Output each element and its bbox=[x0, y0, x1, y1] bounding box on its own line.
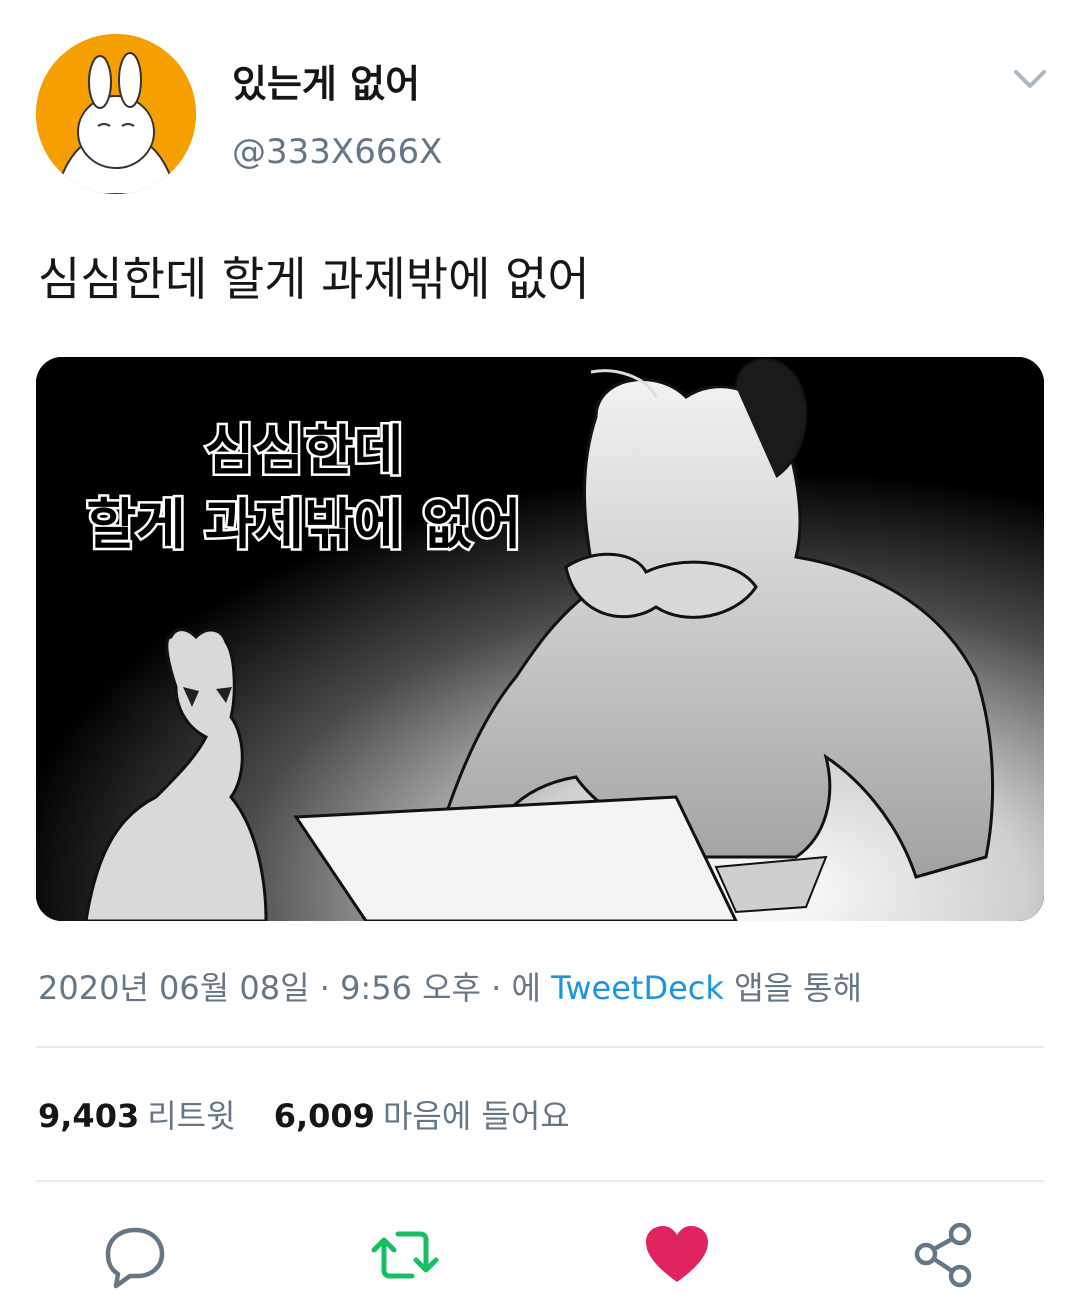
tweet-timestamp-line: 2020년 06월 08일 · 9:56 오후 · 에 TweetDeck 앱을… bbox=[38, 962, 862, 1014]
tweet-header: 있는게 없어 @333X666X bbox=[0, 0, 1080, 200]
tweet-action-bar bbox=[0, 1212, 1080, 1289]
heart-icon bbox=[646, 1226, 708, 1282]
retweets-count: 9,403 bbox=[38, 1097, 140, 1135]
divider bbox=[36, 1180, 1044, 1182]
retweet-arrows-icon bbox=[371, 1231, 439, 1279]
share-button[interactable] bbox=[910, 1220, 980, 1290]
likes-count: 6,009 bbox=[273, 1097, 375, 1135]
via-suffix: 앱을 통해 bbox=[723, 969, 863, 1007]
bunny-avatar-icon bbox=[36, 34, 196, 194]
avatar[interactable] bbox=[36, 34, 196, 194]
meta-separator: · bbox=[309, 969, 341, 1007]
image-caption-line2: 할게 과제밖에 없어 bbox=[86, 493, 521, 556]
chevron-down-icon[interactable] bbox=[1008, 60, 1052, 100]
divider bbox=[36, 1046, 1044, 1048]
tweet-time[interactable]: 9:56 오후 bbox=[340, 969, 481, 1007]
meta-separator: · bbox=[480, 969, 512, 1007]
share-nodes-icon bbox=[914, 1222, 972, 1288]
author-display-name[interactable]: 있는게 없어 bbox=[232, 60, 420, 108]
tweet-text: 심심한데 할게 과제밖에 없어 bbox=[38, 252, 590, 306]
tweet-stats: 9,403 리트윗 6,009 마음에 들어요 bbox=[38, 1090, 598, 1146]
tweet-media-image[interactable]: 심심한데 할게 과제밖에 없어 bbox=[36, 357, 1044, 921]
like-button[interactable] bbox=[642, 1220, 712, 1290]
retweets-stat[interactable]: 9,403 리트윗 bbox=[38, 1090, 236, 1142]
likes-stat[interactable]: 6,009 마음에 들어요 bbox=[274, 1090, 570, 1142]
image-caption-line1: 심심한데 bbox=[205, 419, 404, 482]
retweets-label: 리트윗 bbox=[147, 1097, 236, 1135]
likes-label: 마음에 들어요 bbox=[382, 1097, 570, 1135]
author-handle[interactable]: @333X666X bbox=[232, 130, 442, 174]
via-prefix: 에 bbox=[511, 969, 552, 1007]
source-app-link[interactable]: TweetDeck bbox=[551, 969, 724, 1007]
speech-bubble-icon bbox=[105, 1227, 165, 1289]
tweet-date[interactable]: 2020년 06월 08일 bbox=[38, 969, 310, 1007]
reply-button[interactable] bbox=[100, 1220, 170, 1290]
retweet-button[interactable] bbox=[370, 1220, 440, 1290]
